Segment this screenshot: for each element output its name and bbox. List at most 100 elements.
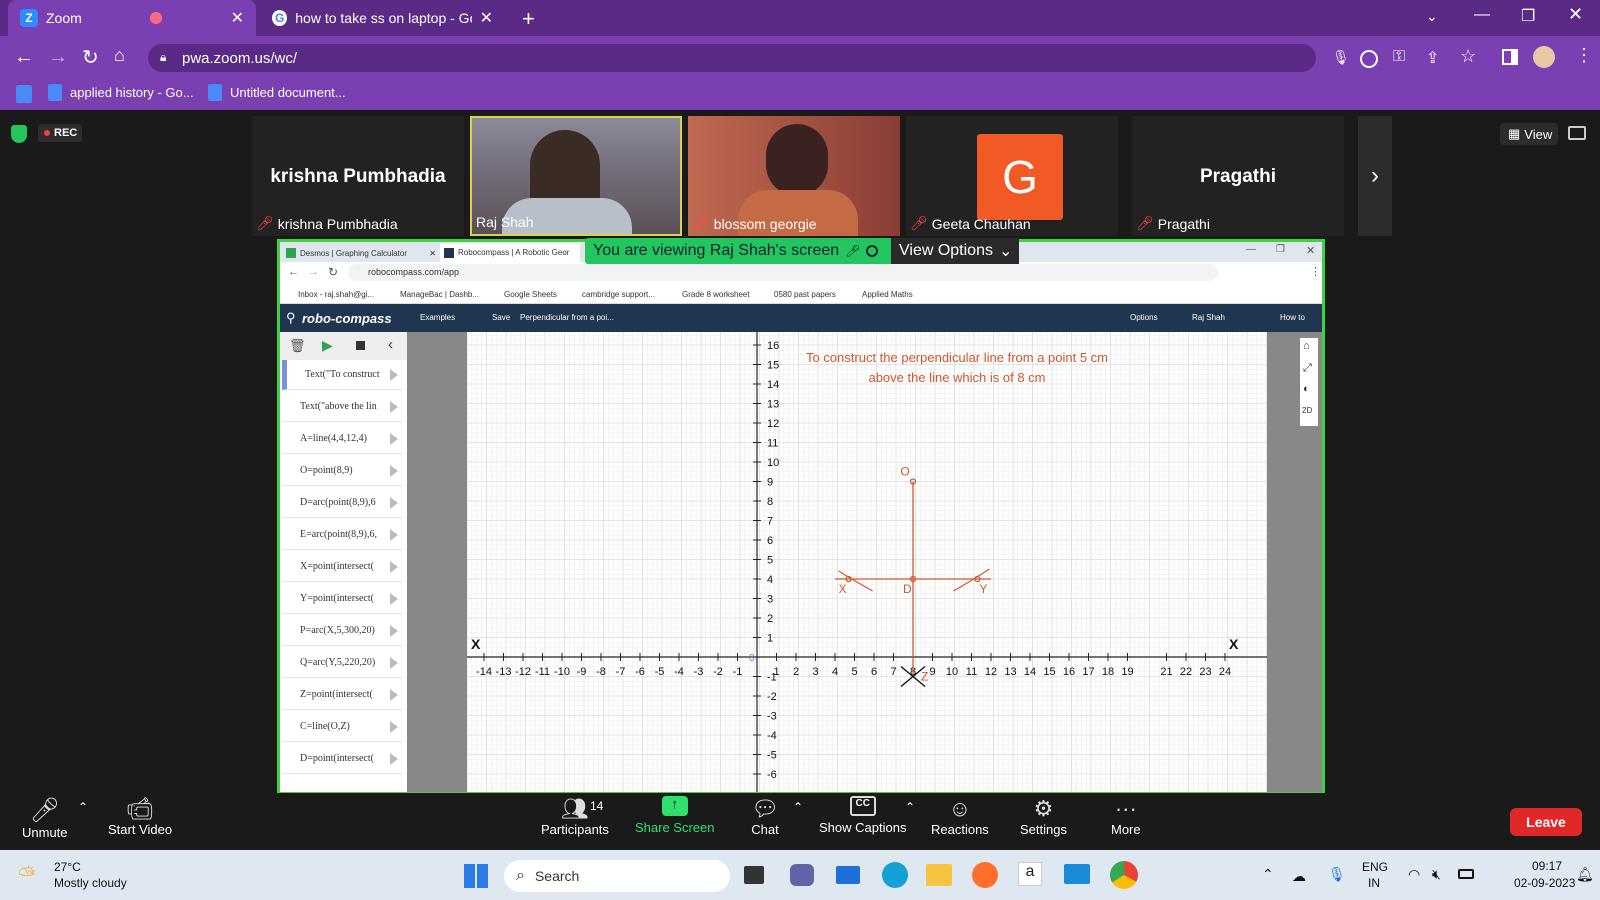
taskbar-search[interactable]: ⌕ Search bbox=[504, 860, 730, 892]
reload-icon[interactable]: ↻ bbox=[82, 45, 99, 70]
wifi-icon[interactable]: ◠ bbox=[1408, 866, 1420, 883]
share-icon[interactable]: ⇪ bbox=[1426, 48, 1439, 68]
clock-date[interactable]: 02-09-2023 bbox=[1514, 876, 1575, 890]
run-step-icon[interactable] bbox=[390, 625, 398, 637]
start-video-button[interactable]: 📹︎ Start Video bbox=[108, 796, 172, 837]
bookmark-untitled-document[interactable]: Untitled document... bbox=[208, 84, 346, 101]
participant-tile-krishna[interactable]: krishna Pumbhadia 🎤︎ krishna Pumbhadia bbox=[252, 116, 464, 236]
command-item[interactable]: E=arc(point(8,9),6, bbox=[282, 520, 402, 550]
command-item[interactable]: X=point(intersect( bbox=[282, 552, 402, 582]
exit-fullscreen-icon[interactable] bbox=[1568, 126, 1586, 140]
edge-icon[interactable] bbox=[882, 862, 908, 888]
tab-google[interactable]: G how to take ss on laptop - Googl ✕ bbox=[260, 0, 505, 36]
new-tab-icon[interactable]: + bbox=[522, 6, 535, 32]
more-button[interactable]: ··· More bbox=[1111, 796, 1141, 837]
command-item[interactable]: O=point(8,9) bbox=[282, 456, 402, 486]
close-icon[interactable]: ✕ bbox=[480, 8, 493, 28]
command-item[interactable]: Z=point(intersect( bbox=[282, 680, 402, 710]
bookmark-star-icon[interactable]: ☆ bbox=[1460, 46, 1476, 67]
run-step-icon[interactable] bbox=[390, 401, 398, 413]
address-bar[interactable]: 🔒︎ pwa.zoom.us/wc/ 🎙︎ bbox=[148, 44, 1350, 72]
file-explorer-icon[interactable] bbox=[926, 864, 952, 886]
chat-button[interactable]: 💬︎ Chat bbox=[751, 796, 779, 837]
rec-badge[interactable]: REC bbox=[38, 124, 82, 142]
run-step-icon[interactable] bbox=[390, 433, 398, 445]
key-icon[interactable]: ⚿ bbox=[1393, 48, 1405, 66]
chevron-up-icon[interactable]: ⌃ bbox=[1262, 866, 1274, 883]
view-button[interactable]: ▦ View bbox=[1500, 123, 1558, 145]
firefox-icon[interactable] bbox=[972, 862, 998, 888]
bookmark-applied-history[interactable]: applied history - Go... bbox=[48, 84, 194, 101]
profile-avatar[interactable] bbox=[1533, 46, 1555, 68]
participant-tile-pragathi[interactable]: Pragathi 🎤︎ Pragathi bbox=[1132, 116, 1344, 236]
settings-button[interactable]: ⚙︎ Settings bbox=[1020, 796, 1067, 837]
forward-icon[interactable]: → bbox=[48, 46, 68, 69]
run-step-icon[interactable] bbox=[390, 497, 398, 509]
docs-icon[interactable] bbox=[16, 85, 32, 103]
command-item[interactable]: Text("To construct bbox=[282, 360, 402, 390]
shared-screen[interactable]: Desmos | Graphing Calculator ✕ Robocompas… bbox=[277, 239, 1325, 795]
battery-icon[interactable] bbox=[1458, 869, 1474, 879]
chevron-up-icon[interactable]: ⌃ bbox=[905, 800, 915, 814]
unmute-button[interactable]: 🎤︎ Unmute bbox=[22, 796, 68, 840]
run-step-icon[interactable] bbox=[390, 657, 398, 669]
weather-temp[interactable]: 27°C bbox=[54, 860, 81, 874]
side-panel-icon[interactable] bbox=[1502, 49, 1518, 65]
command-item[interactable]: Y=point(intersect( bbox=[282, 584, 402, 614]
close-icon[interactable]: ✕ bbox=[231, 8, 244, 28]
run-step-icon[interactable] bbox=[390, 721, 398, 733]
language-in[interactable]: IN bbox=[1368, 876, 1380, 890]
google-lens-icon[interactable] bbox=[1360, 50, 1378, 68]
amazon-icon[interactable]: a bbox=[1018, 862, 1042, 886]
windows-start-icon[interactable] bbox=[464, 864, 488, 888]
run-step-icon[interactable] bbox=[390, 561, 398, 573]
speaker-muted-icon[interactable]: 🔇︎ bbox=[1432, 866, 1441, 883]
task-view-icon[interactable] bbox=[744, 866, 764, 884]
show-captions-button[interactable]: CC Show Captions bbox=[819, 796, 906, 835]
run-step-icon[interactable] bbox=[390, 529, 398, 541]
command-item[interactable]: C=line(O,Z) bbox=[282, 712, 402, 742]
reactions-button[interactable]: ☺︎ Reactions bbox=[931, 796, 989, 837]
participant-tile-raj[interactable]: Raj Shah bbox=[470, 116, 682, 236]
tab-zoom[interactable]: Z Zoom ✕ bbox=[8, 0, 256, 36]
command-item[interactable]: Text("above the lin bbox=[282, 392, 402, 422]
weather-text[interactable]: Mostly cloudy bbox=[54, 876, 127, 890]
participant-tile-blossom[interactable]: 🎤︎ blossom georgie bbox=[688, 116, 900, 236]
run-step-icon[interactable] bbox=[390, 369, 398, 381]
cc-icon: CC bbox=[849, 796, 876, 816]
teams-chat-icon[interactable] bbox=[790, 864, 814, 886]
command-item[interactable]: Q=arc(Y,5,220,20) bbox=[282, 648, 402, 678]
command-item[interactable]: D=point(intersect( bbox=[282, 744, 402, 774]
next-page-button[interactable]: › bbox=[1358, 116, 1392, 236]
run-step-icon[interactable] bbox=[390, 465, 398, 477]
microphone-icon[interactable]: 🎙︎ bbox=[1328, 866, 1346, 883]
kebab-menu-icon[interactable]: ⋮ bbox=[1575, 45, 1593, 66]
command-item[interactable]: A=line(4,4,12,4) bbox=[282, 424, 402, 454]
view-options-button[interactable]: View Options ⌄ bbox=[891, 238, 1019, 264]
home-icon[interactable]: ⌂ bbox=[114, 45, 125, 66]
monitor-icon[interactable] bbox=[1064, 864, 1090, 884]
back-icon[interactable]: ← bbox=[14, 46, 34, 69]
minimize-icon[interactable]: — bbox=[1474, 6, 1490, 24]
leave-button[interactable]: Leave bbox=[1510, 808, 1582, 836]
microphone-icon[interactable]: 🎙︎ bbox=[1332, 49, 1350, 66]
command-item[interactable]: P=arc(X,5,300,20) bbox=[282, 616, 402, 646]
run-step-icon[interactable] bbox=[390, 689, 398, 701]
notification-bell-icon[interactable]: 🔔︎ bbox=[1576, 866, 1594, 883]
run-step-icon[interactable] bbox=[390, 753, 398, 765]
weather-icon[interactable]: ⛅︎ bbox=[18, 862, 36, 888]
run-step-icon[interactable] bbox=[390, 593, 398, 605]
window-close-icon[interactable]: ✕ bbox=[1568, 4, 1583, 25]
chevron-down-icon[interactable]: ⌄ bbox=[1426, 8, 1438, 25]
share-screen-button[interactable]: ↑ Share Screen bbox=[635, 796, 715, 835]
chrome-icon[interactable] bbox=[1110, 861, 1138, 889]
onedrive-icon[interactable]: ☁︎ bbox=[1292, 868, 1306, 885]
language-eng[interactable]: ENG bbox=[1362, 860, 1388, 874]
participant-tile-geeta[interactable]: G 🎤︎ Geeta Chauhan bbox=[906, 116, 1118, 236]
command-item[interactable]: D=arc(point(8,9),6 bbox=[282, 488, 402, 518]
mail-icon[interactable] bbox=[836, 866, 860, 884]
chevron-up-icon[interactable]: ⌃ bbox=[793, 800, 803, 814]
chevron-up-icon[interactable]: ⌃ bbox=[78, 800, 88, 814]
maximize-icon[interactable]: ❐ bbox=[1521, 6, 1535, 26]
clock-time[interactable]: 09:17 bbox=[1532, 859, 1562, 873]
